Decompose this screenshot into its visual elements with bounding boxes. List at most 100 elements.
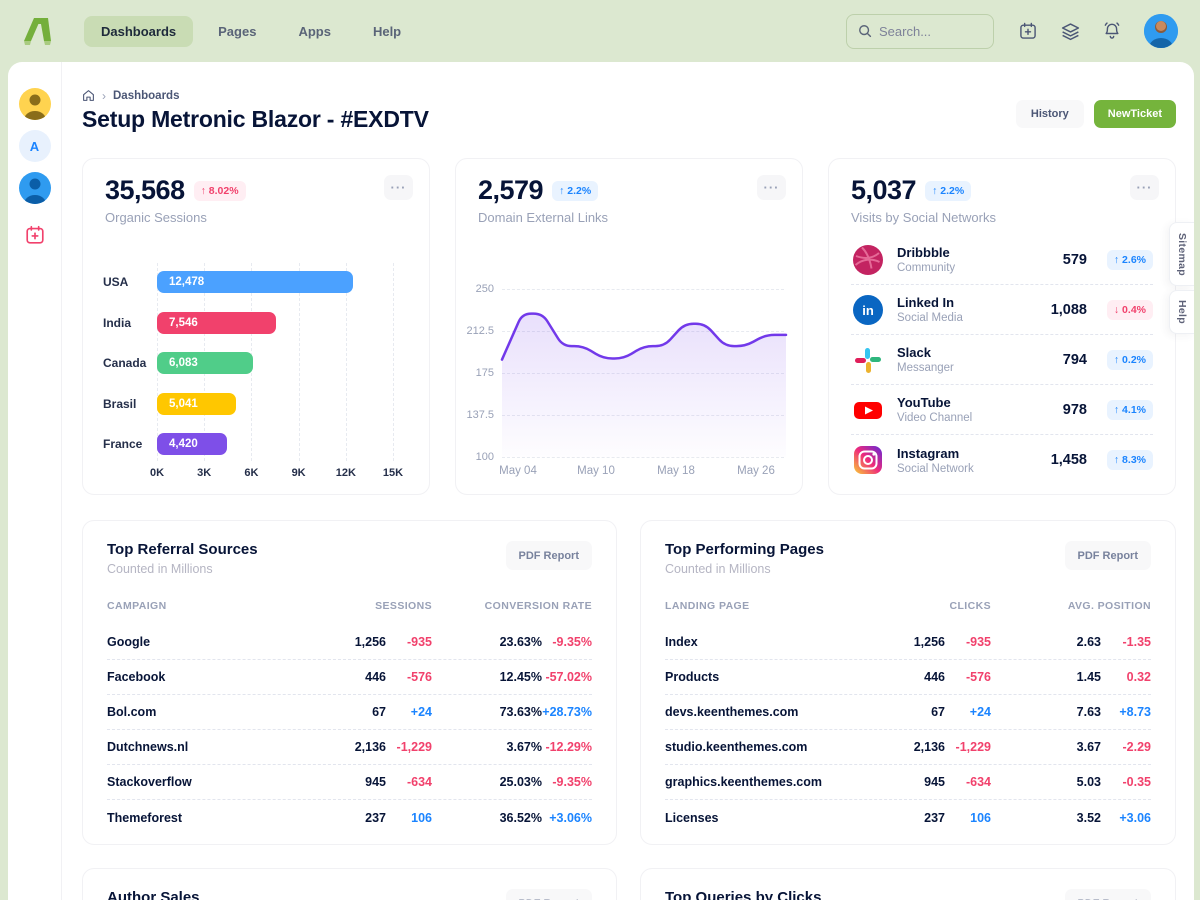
bar-x-tick: 9K: [279, 467, 319, 479]
table-row: devs.keenthemes.com67+247.63+8.73: [665, 695, 1151, 730]
sitemap-edge-tab[interactable]: Sitemap: [1169, 222, 1194, 286]
country-bar-chart: 0K3K6K9K12K15KUSA12,478India7,546Canada6…: [83, 263, 429, 494]
row-change: -576: [945, 670, 991, 684]
social-value: 579: [1063, 252, 1087, 268]
row-value: 237: [324, 811, 386, 825]
nav-item-help[interactable]: Help: [356, 16, 418, 47]
sitemap-edge-tab-label: Sitemap: [1176, 233, 1188, 276]
search-box[interactable]: [846, 14, 994, 49]
svg-text:in: in: [862, 303, 874, 318]
column-header: AVG. POSITION: [991, 600, 1151, 612]
line-x-tick: May 04: [488, 465, 548, 477]
social-value: 1,458: [1051, 452, 1087, 468]
nav-item-dashboards[interactable]: Dashboards: [84, 16, 193, 47]
card-subtitle: Counted in Millions: [665, 562, 824, 576]
slack-icon: [851, 343, 885, 377]
row-value: 67: [883, 705, 945, 719]
row-change: -935: [386, 635, 432, 649]
rail-avatar-3[interactable]: [19, 172, 51, 204]
pdf-report-button[interactable]: PDF Report: [506, 541, 593, 570]
row-name: Index: [665, 635, 883, 649]
app-logo[interactable]: [22, 14, 58, 48]
calendar-plus-icon: [1018, 21, 1038, 41]
pdf-report-button[interactable]: PDF Report: [1065, 889, 1152, 900]
bar-canada: 6,083: [157, 352, 253, 374]
bar-value-label: 5,041: [169, 398, 198, 410]
social-visits-change-badge: ↑ 2.2%: [925, 181, 971, 201]
nav-item-apps[interactable]: Apps: [281, 16, 348, 47]
history-button[interactable]: History: [1016, 100, 1084, 128]
social-name: Instagram: [897, 446, 1051, 461]
social-row-dribbble: DribbbleCommunity579↑ 2.6%: [851, 235, 1153, 285]
youtube-icon: [851, 393, 885, 427]
help-edge-tab[interactable]: Help: [1169, 290, 1194, 334]
line-y-tick: 100: [456, 451, 494, 463]
social-row-linked-in: inLinked InSocial Media1,088↓ 0.4%: [851, 285, 1153, 335]
organic-sessions-label: Organic Sessions: [105, 210, 373, 225]
social-texts: Linked InSocial Media: [897, 295, 1051, 324]
row-change: -12.29%: [542, 740, 592, 754]
toolbar-actions: History NewTicket: [1016, 100, 1176, 128]
bar-x-tick: 3K: [184, 467, 224, 479]
row-change: -935: [945, 635, 991, 649]
nav-item-pages[interactable]: Pages: [201, 16, 273, 47]
row-name: Stackoverflow: [107, 775, 324, 789]
card-title: Top Referral Sources: [107, 541, 258, 558]
row-value: 3.67%: [432, 740, 542, 754]
bell-button[interactable]: [1094, 13, 1130, 49]
user-avatar[interactable]: [1144, 14, 1178, 48]
row-name: Dutchnews.nl: [107, 740, 324, 754]
row-value: 2.63: [991, 635, 1101, 649]
row-value: 446: [324, 670, 386, 684]
row-value: 7.63: [991, 705, 1101, 719]
bar-value-label: 7,546: [169, 317, 198, 329]
page-title: Setup Metronic Blazor - #EXDTV: [82, 106, 429, 133]
card-subtitle: Counted in Millions: [107, 562, 258, 576]
calendar-plus-button[interactable]: [1010, 13, 1046, 49]
breadcrumb-item[interactable]: Dashboards: [113, 90, 179, 102]
row-change: -57.02%: [542, 670, 592, 684]
row-value: 1,256: [883, 635, 945, 649]
social-desc: Community: [897, 262, 1063, 274]
column-header: SESSIONS: [324, 600, 432, 612]
top-queries-card: Top Queries by Clicks PDF Report: [640, 868, 1176, 900]
card-title: Author Sales: [107, 889, 200, 900]
new-ticket-button[interactable]: NewTicket: [1094, 100, 1176, 128]
layers-button[interactable]: [1052, 13, 1088, 49]
rail-new-event-button[interactable]: [20, 220, 50, 250]
search-input[interactable]: [879, 24, 982, 39]
social-desc: Messanger: [897, 362, 1063, 374]
social-row-instagram: InstagramSocial Network1,458↑ 8.3%: [851, 435, 1153, 485]
social-visits-label: Visits by Social Networks: [851, 210, 1119, 225]
card-title: Top Performing Pages: [665, 541, 824, 558]
social-name: YouTube: [897, 395, 1063, 410]
row-change: +24: [945, 705, 991, 719]
row-change: -2.29: [1101, 740, 1151, 754]
content-wrapper: A › Dashboards Setup Metronic Blazor - #…: [8, 62, 1194, 900]
metronic-logo-icon: [22, 14, 58, 48]
social-change-badge: ↑ 0.2%: [1107, 350, 1153, 370]
line-series-svg: [502, 279, 786, 464]
table-header-row: CAMPAIGNSESSIONSCONVERSION RATE: [107, 591, 592, 621]
row-value: 237: [883, 811, 945, 825]
row-change: -576: [386, 670, 432, 684]
social-name: Linked In: [897, 295, 1051, 310]
pdf-report-button[interactable]: PDF Report: [1065, 541, 1152, 570]
rail-avatar-2[interactable]: A: [19, 130, 51, 162]
author-sales-card: Author Sales PDF Report: [82, 868, 617, 900]
breadcrumb[interactable]: › Dashboards: [82, 89, 179, 102]
row-change: -0.35: [1101, 775, 1151, 789]
social-badge-slot: ↑ 4.1%: [1097, 400, 1153, 420]
slack-icon: [853, 345, 883, 375]
row-change: +3.06: [1101, 811, 1151, 825]
card-menu-button[interactable]: ···: [384, 175, 413, 200]
pdf-report-button[interactable]: PDF Report: [506, 889, 593, 900]
rail-avatar-1[interactable]: [19, 88, 51, 120]
bar-x-tick: 12K: [326, 467, 366, 479]
table-row: Google1,256-93523.63%-9.35%: [107, 625, 592, 660]
main-nav: Dashboards Pages Apps Help: [84, 16, 418, 47]
social-badge-slot: ↑ 0.2%: [1097, 350, 1153, 370]
card-menu-button[interactable]: ···: [1130, 175, 1159, 200]
youtube-icon: [852, 394, 884, 426]
social-texts: SlackMessanger: [897, 345, 1063, 374]
